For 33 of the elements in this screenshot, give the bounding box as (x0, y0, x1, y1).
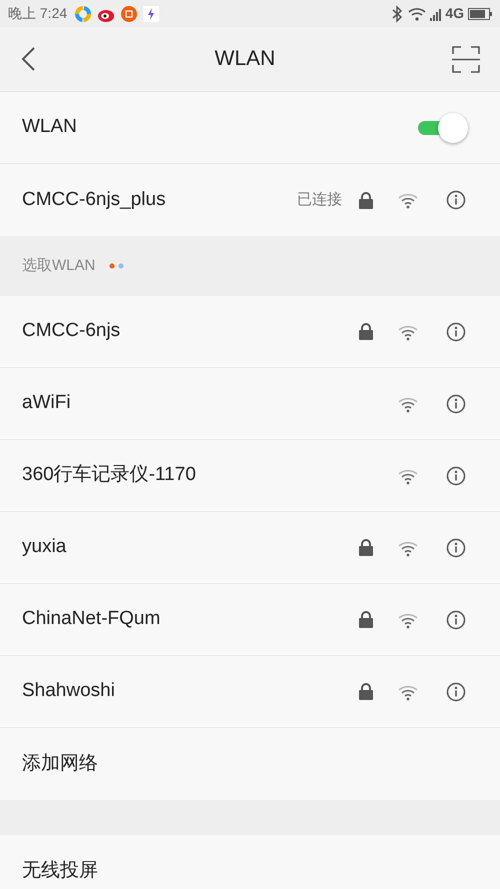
wifi-status-icon (408, 6, 426, 22)
add-network-label: 添加网络 (22, 752, 98, 776)
section-title: 选取WLAN (22, 256, 96, 276)
ring-app-icon (75, 6, 92, 22)
wifi-signal-icon (397, 191, 419, 209)
info-icon[interactable] (446, 394, 466, 414)
wlan-toggle[interactable] (418, 112, 468, 142)
cast-label: 无线投屏 (22, 858, 98, 883)
network-name: CMCC-6njs (22, 319, 122, 344)
network-type: 4G (445, 4, 464, 23)
bolt-app-icon (143, 6, 160, 22)
info-icon[interactable] (446, 682, 466, 702)
wlan-label: WLAN (22, 115, 78, 140)
network-name: ChinaNet-FQum (22, 607, 162, 632)
network-name: CMCC-6njs_plus (22, 188, 167, 212)
info-icon[interactable] (446, 466, 466, 486)
network-name: Shahwoshi (22, 679, 116, 704)
scan-icon[interactable] (452, 46, 480, 72)
scanning-dots-icon (109, 263, 124, 269)
connection-status: 已连接 (297, 190, 342, 210)
info-icon[interactable] (446, 322, 466, 342)
network-name: 360行车记录仪-1170 (22, 463, 197, 488)
bluetooth-icon (390, 4, 404, 22)
page-title: WLAN (214, 46, 276, 72)
network-name: yuxia (22, 535, 68, 560)
square-app-icon (121, 6, 138, 22)
network-name: aWiFi (22, 391, 72, 416)
battery-icon (468, 8, 492, 20)
info-icon[interactable] (446, 610, 466, 630)
signal-icon (430, 6, 442, 20)
info-icon[interactable] (446, 538, 466, 558)
info-icon[interactable] (446, 190, 466, 210)
status-time: 晚上 7:24 (8, 4, 68, 23)
